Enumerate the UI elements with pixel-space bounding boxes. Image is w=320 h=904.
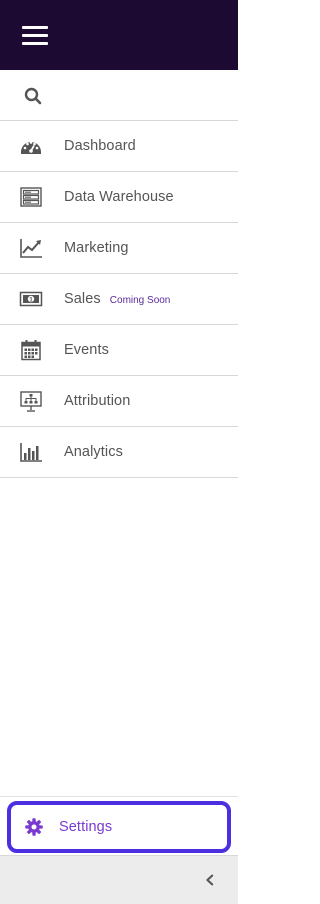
sidebar-item-label: Analytics [64,444,123,460]
sidebar-item-label: Data Warehouse [64,189,174,205]
gear-icon [11,817,59,837]
calendar-icon [0,339,64,361]
dashboard-gauge-icon [0,135,64,157]
sidebar-item-dashboard[interactable]: Dashboard [0,121,238,172]
sidebar-item-label: Sales [64,291,101,307]
sidebar-item-label: Attribution [64,393,131,409]
trend-chart-icon [0,237,64,259]
settings-label: Settings [59,819,113,835]
search-bar [0,71,238,121]
hamburger-icon[interactable] [22,25,48,45]
sidebar-item-label: Events [64,342,109,358]
sidebar-item-attribution[interactable]: Attribution [0,376,238,427]
bar-chart-icon [0,441,64,463]
sidebar-topbar [0,0,238,70]
search-input[interactable] [54,80,214,111]
sidebar: Dashboard Data Warehouse Marketing 1 Sal… [0,0,238,904]
sidebar-item-analytics[interactable]: Analytics [0,427,238,478]
server-rack-icon [0,186,64,208]
coming-soon-badge: Coming Soon [109,294,171,306]
sidebar-item-label: Dashboard [64,138,136,154]
sidebar-item-settings[interactable]: Settings [7,801,231,853]
sidebar-item-data-warehouse[interactable]: Data Warehouse [0,172,238,223]
money-bill-icon: 1 [0,288,64,310]
sidebar-item-marketing[interactable]: Marketing [0,223,238,274]
sidebar-footer [0,855,238,904]
sidebar-item-events[interactable]: Events [0,325,238,376]
settings-divider [0,796,238,797]
sidebar-item-sales[interactable]: 1 Sales Coming Soon [0,274,238,325]
sidebar-item-label: Marketing [64,240,129,256]
presentation-flow-icon [0,390,64,412]
chevron-left-icon[interactable] [202,872,218,888]
search-icon[interactable] [24,87,42,105]
